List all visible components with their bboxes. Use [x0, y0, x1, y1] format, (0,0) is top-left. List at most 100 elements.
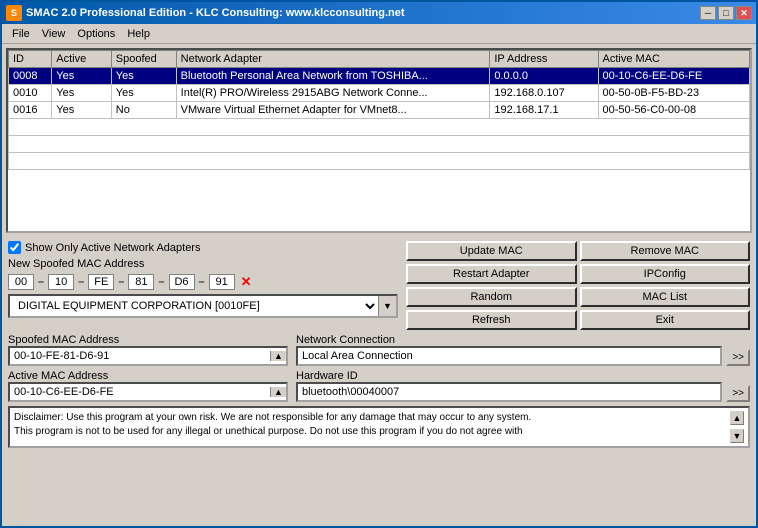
cell-adapter: VMware Virtual Ethernet Adapter for VMne… — [176, 102, 490, 119]
col-header-active: Active — [52, 51, 111, 68]
menu-file[interactable]: File — [6, 26, 36, 42]
hardware-id-expand-button[interactable]: >> — [726, 385, 750, 402]
cell-adapter: Bluetooth Personal Area Network from TOS… — [176, 68, 490, 85]
active-mac-input-row: ▲ — [8, 382, 288, 402]
main-window: S SMAC 2.0 Professional Edition - KLC Co… — [0, 0, 758, 528]
refresh-button[interactable]: Refresh — [406, 310, 577, 330]
disclaimer-line-1: Disclaimer: Use this program at your own… — [14, 411, 728, 425]
mac-clear-button[interactable]: ✕ — [241, 274, 252, 290]
hardware-id-input-row — [296, 382, 722, 402]
fields-section-row-2: Active MAC Address ▲ Hardware ID >> — [8, 370, 750, 402]
table-row-empty — [9, 119, 750, 136]
disclaimer-scrollbar: ▲ ▼ — [730, 411, 744, 443]
mac-octet-4[interactable]: 81 — [128, 274, 154, 290]
table-row[interactable]: 0008 Yes Yes Bluetooth Personal Area Net… — [9, 68, 750, 85]
mac-octet-3[interactable]: FE — [88, 274, 114, 290]
manufacturer-dropdown-container: DIGITAL EQUIPMENT CORPORATION [0010FE] ▼ — [8, 294, 398, 318]
maximize-button[interactable]: □ — [718, 6, 734, 20]
hardware-id-section: Hardware ID >> — [296, 370, 750, 402]
mac-sep-5: – — [199, 276, 205, 288]
spoofed-mac-section: Spoofed MAC Address ▲ — [8, 334, 288, 366]
new-mac-label: New Spoofed MAC Address — [8, 258, 398, 270]
title-controls: ─ □ ✕ — [700, 6, 752, 20]
mac-left-panel: Show Only Active Network Adapters New Sp… — [8, 241, 398, 330]
menu-help[interactable]: Help — [121, 26, 156, 42]
hardware-id-input[interactable] — [298, 384, 720, 400]
col-header-ip: IP Address — [490, 51, 598, 68]
dropdown-arrow-icon[interactable]: ▼ — [378, 296, 396, 316]
network-connection-expand-button[interactable]: >> — [726, 349, 750, 366]
ipconfig-button[interactable]: IPConfig — [580, 264, 751, 284]
cell-ip: 192.168.0.107 — [490, 85, 598, 102]
mac-octet-5[interactable]: D6 — [169, 274, 195, 290]
active-only-checkbox[interactable] — [8, 241, 21, 254]
cell-mac: 00-50-56-C0-00-08 — [598, 102, 749, 119]
scroll-down-button[interactable]: ▼ — [730, 429, 744, 443]
cell-mac: 00-50-0B-F5-BD-23 — [598, 85, 749, 102]
disclaimer-text: Disclaimer: Use this program at your own… — [14, 411, 728, 443]
spoofed-mac-input-row: ▲ — [8, 346, 288, 366]
network-connection-group: Network Connection — [296, 334, 722, 366]
remove-mac-button[interactable]: Remove MAC — [580, 241, 751, 261]
mac-list-button[interactable]: MAC List — [580, 287, 751, 307]
mac-section: Show Only Active Network Adapters New Sp… — [8, 241, 750, 330]
mac-octet-2[interactable]: 10 — [48, 274, 74, 290]
cell-ip: 0.0.0.0 — [490, 68, 598, 85]
active-mac-label: Active MAC Address — [8, 370, 288, 382]
cell-spoofed: Yes — [111, 68, 176, 85]
cell-adapter: Intel(R) PRO/Wireless 2915ABG Network Co… — [176, 85, 490, 102]
minimize-button[interactable]: ─ — [700, 6, 716, 20]
mac-right-panel: Update MAC Remove MAC Restart Adapter IP… — [406, 241, 750, 330]
title-bar-left: S SMAC 2.0 Professional Edition - KLC Co… — [6, 5, 405, 21]
cell-active: Yes — [52, 102, 111, 119]
mac-input-row: 00 – 10 – FE – 81 – D6 – 91 ✕ — [8, 274, 398, 290]
exit-button[interactable]: Exit — [580, 310, 751, 330]
active-mac-up-icon[interactable]: ▲ — [270, 387, 286, 397]
checkbox-row: Show Only Active Network Adapters — [8, 241, 398, 254]
restart-adapter-button[interactable]: Restart Adapter — [406, 264, 577, 284]
scroll-up-button[interactable]: ▲ — [730, 411, 744, 425]
table-row[interactable]: 0010 Yes Yes Intel(R) PRO/Wireless 2915A… — [9, 85, 750, 102]
adapter-table-container: ID Active Spoofed Network Adapter IP Add… — [6, 48, 752, 233]
disclaimer-line-2: This program is not to be used for any i… — [14, 425, 728, 439]
mac-octet-6[interactable]: 91 — [209, 274, 235, 290]
table-header-row: ID Active Spoofed Network Adapter IP Add… — [9, 51, 750, 68]
checkbox-label: Show Only Active Network Adapters — [25, 242, 200, 254]
mac-sep-1: – — [38, 276, 44, 288]
table-row[interactable]: 0016 Yes No VMware Virtual Ethernet Adap… — [9, 102, 750, 119]
cell-id: 0008 — [9, 68, 52, 85]
network-connection-label: Network Connection — [296, 334, 722, 346]
fields-section-row: Spoofed MAC Address ▲ Network Connection… — [8, 334, 750, 366]
manufacturer-dropdown[interactable]: DIGITAL EQUIPMENT CORPORATION [0010FE] — [10, 297, 378, 315]
spoofed-mac-label: Spoofed MAC Address — [8, 334, 288, 346]
close-button[interactable]: ✕ — [736, 6, 752, 20]
update-mac-button[interactable]: Update MAC — [406, 241, 577, 261]
bottom-panel: Show Only Active Network Adapters New Sp… — [2, 237, 756, 526]
title-bar: S SMAC 2.0 Professional Edition - KLC Co… — [2, 2, 756, 24]
col-header-spoofed: Spoofed — [111, 51, 176, 68]
cell-active: Yes — [52, 68, 111, 85]
active-mac-input[interactable] — [10, 384, 270, 400]
menu-view[interactable]: View — [36, 26, 72, 42]
button-grid: Update MAC Remove MAC Restart Adapter IP… — [406, 241, 750, 330]
table-row-empty — [9, 136, 750, 153]
network-connection-input[interactable] — [298, 348, 720, 364]
cell-ip: 192.168.17.1 — [490, 102, 598, 119]
menu-options[interactable]: Options — [71, 26, 121, 42]
hardware-id-group: Hardware ID — [296, 370, 722, 402]
cell-active: Yes — [52, 85, 111, 102]
cell-id: 0016 — [9, 102, 52, 119]
app-icon: S — [6, 5, 22, 21]
adapter-table: ID Active Spoofed Network Adapter IP Add… — [8, 50, 750, 170]
cell-mac: 00-10-C6-EE-D6-FE — [598, 68, 749, 85]
spoofed-mac-up-icon[interactable]: ▲ — [270, 351, 286, 361]
cell-spoofed: Yes — [111, 85, 176, 102]
spoofed-mac-input[interactable] — [10, 348, 270, 364]
mac-octet-1[interactable]: 00 — [8, 274, 34, 290]
table-row-empty — [9, 153, 750, 170]
col-header-id: ID — [9, 51, 52, 68]
random-button[interactable]: Random — [406, 287, 577, 307]
hardware-id-label: Hardware ID — [296, 370, 722, 382]
window-title: SMAC 2.0 Professional Edition - KLC Cons… — [26, 7, 405, 19]
col-header-adapter: Network Adapter — [176, 51, 490, 68]
